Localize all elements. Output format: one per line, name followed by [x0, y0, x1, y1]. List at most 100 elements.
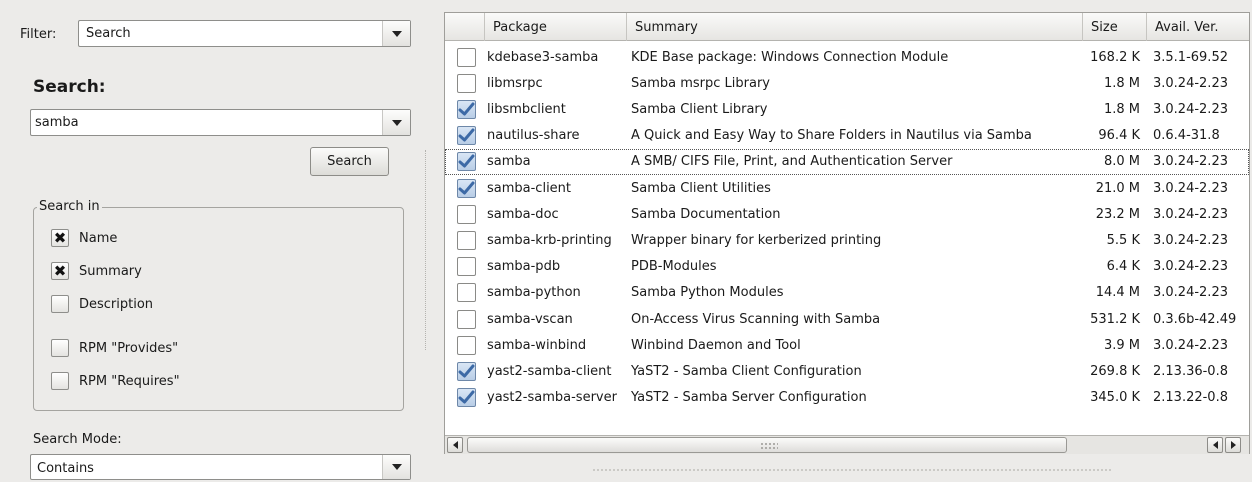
row-checkbox[interactable]	[457, 73, 476, 93]
package-summary: Samba Client Library	[631, 101, 768, 117]
package-version: 0.3.6b-42.49	[1153, 311, 1237, 327]
search-in-title: Search in	[37, 199, 102, 214]
table-row[interactable]: yast2-samba-server YaST2 - Samba Server C…	[445, 385, 1249, 411]
package-version: 3.0.24-2.23	[1153, 180, 1228, 196]
row-checkbox-cell[interactable]	[457, 44, 481, 70]
table-row[interactable]: kdebase3-samba KDE Base package: Windows …	[445, 44, 1249, 70]
package-summary: A SMB/ CIFS File, Print, and Authenticat…	[631, 154, 953, 170]
search-in-name-checkbox[interactable]: ✖ Name	[51, 229, 117, 247]
checkbox-description[interactable]	[51, 295, 69, 313]
row-checkbox-cell[interactable]	[457, 149, 481, 175]
package-summary: YaST2 - Samba Server Configuration	[631, 390, 867, 406]
check-icon[interactable]	[457, 388, 476, 408]
package-panel: Package Summary Size Avail. Ver. kdebase…	[432, 0, 1252, 482]
row-checkbox[interactable]	[457, 335, 476, 355]
package-size: 269.8 K	[1090, 363, 1140, 379]
table-row[interactable]: samba-doc Samba Documentation 23.2 M 3.0.24…	[445, 201, 1249, 227]
check-icon[interactable]	[457, 126, 476, 146]
table-row[interactable]: samba-winbind Winbind Daemon and Tool 3.9 …	[445, 332, 1249, 358]
arrow-right-icon[interactable]	[1225, 437, 1241, 453]
search-mode-label: Search Mode:	[33, 432, 122, 447]
table-row[interactable]: samba-vscan On-Access Virus Scanning with…	[445, 306, 1249, 332]
table-row[interactable]: samba-python Samba Python Modules 14.4 M 3.…	[445, 280, 1249, 306]
chevron-down-icon[interactable]	[382, 110, 410, 135]
package-summary: A Quick and Easy Way to Share Folders in…	[631, 128, 1032, 144]
checkbox-summary-label: Summary	[79, 263, 142, 279]
row-checkbox-cell[interactable]	[457, 70, 481, 96]
chevron-down-icon[interactable]	[382, 21, 410, 46]
header-avail-ver[interactable]: Avail. Ver.	[1147, 13, 1251, 41]
search-in-summary-checkbox[interactable]: ✖ Summary	[51, 262, 142, 280]
package-version: 0.6.4-31.8	[1153, 128, 1220, 144]
table-row[interactable]: libsmbclient Samba Client Library 1.8 M 3.0…	[445, 96, 1249, 122]
package-size: 8.0 M	[1103, 154, 1140, 170]
arrow-left-icon[interactable]	[1207, 437, 1223, 453]
table-row[interactable]: samba-krb-printing Wrapper binary for ker…	[445, 227, 1249, 253]
package-size: 1.8 M	[1103, 101, 1140, 117]
check-icon[interactable]	[457, 152, 476, 172]
row-checkbox[interactable]	[457, 283, 476, 303]
package-summary: Winbind Daemon and Tool	[631, 337, 801, 353]
package-name: samba-doc	[487, 206, 559, 222]
header-summary[interactable]: Summary	[627, 13, 1083, 41]
row-checkbox[interactable]	[457, 257, 476, 277]
checkbox-provides-label: RPM "Provides"	[79, 340, 179, 356]
filter-dropdown[interactable]: Search	[78, 20, 411, 47]
check-icon[interactable]	[457, 361, 476, 381]
package-name: samba-client	[487, 180, 572, 196]
row-checkbox-cell[interactable]	[457, 280, 481, 306]
row-checkbox[interactable]	[457, 204, 476, 224]
search-in-requires-checkbox[interactable]: RPM "Requires"	[51, 372, 180, 390]
scrollbar-thumb[interactable]	[467, 437, 1067, 453]
row-checkbox-cell[interactable]	[457, 254, 481, 280]
arrow-left-icon[interactable]	[447, 437, 463, 453]
row-checkbox-cell[interactable]	[457, 96, 481, 122]
checkbox-name-label: Name	[79, 230, 118, 246]
check-icon[interactable]	[457, 99, 476, 119]
row-checkbox-cell[interactable]	[457, 123, 481, 149]
check-x-icon[interactable]: ✖	[51, 229, 69, 247]
table-row[interactable]: yast2-samba-client YaST2 - Samba Client C…	[445, 358, 1249, 384]
row-checkbox-cell[interactable]	[457, 227, 481, 253]
table-row[interactable]: samba A SMB/ CIFS File, Print, and Authen…	[445, 148, 1249, 175]
table-row[interactable]: libmsrpc Samba msrpc Library 1.8 M 3.0.24-2…	[445, 70, 1249, 96]
table-row[interactable]: nautilus-share A Quick and Easy Way to Sh…	[445, 123, 1249, 149]
row-checkbox-cell[interactable]	[457, 332, 481, 358]
package-summary: YaST2 - Samba Client Configuration	[631, 363, 862, 379]
header-package[interactable]: Package	[485, 13, 627, 41]
package-name: nautilus-share	[487, 128, 580, 144]
search-in-description-checkbox[interactable]: Description	[51, 295, 153, 313]
table-row[interactable]: samba-pdb PDB-Modules 6.4 K 3.0.24-2.23	[445, 254, 1249, 280]
checkbox-requires[interactable]	[51, 372, 69, 390]
row-checkbox-cell[interactable]	[457, 306, 481, 332]
package-size: 6.4 K	[1106, 259, 1140, 275]
row-checkbox-cell[interactable]	[457, 201, 481, 227]
package-version: 3.0.24-2.23	[1153, 259, 1228, 275]
package-summary: On-Access Virus Scanning with Samba	[631, 311, 881, 327]
row-checkbox-cell[interactable]	[457, 175, 481, 201]
header-size[interactable]: Size	[1083, 13, 1147, 41]
row-checkbox[interactable]	[457, 230, 476, 250]
package-name: yast2-samba-client	[487, 363, 612, 379]
filter-value: Search	[86, 26, 131, 41]
chevron-down-icon[interactable]	[382, 455, 410, 479]
package-version: 3.0.24-2.23	[1153, 206, 1228, 222]
package-version: 3.0.24-2.23	[1153, 285, 1228, 301]
row-checkbox-cell[interactable]	[457, 358, 481, 384]
resize-grip[interactable]	[592, 468, 1112, 472]
row-checkbox[interactable]	[457, 309, 476, 329]
row-checkbox[interactable]	[457, 47, 476, 67]
search-button[interactable]: Search	[310, 147, 389, 176]
pane-splitter[interactable]	[420, 0, 432, 482]
search-input[interactable]: samba	[30, 109, 411, 136]
package-name: libmsrpc	[487, 75, 543, 91]
check-icon[interactable]	[457, 178, 476, 198]
check-x-icon[interactable]: ✖	[51, 262, 69, 280]
checkbox-provides[interactable]	[51, 339, 69, 357]
table-row[interactable]: samba-client Samba Client Utilities 21.0 M…	[445, 175, 1249, 201]
search-in-provides-checkbox[interactable]: RPM "Provides"	[51, 339, 178, 357]
header-checkbox-column[interactable]	[445, 13, 485, 41]
horizontal-scrollbar[interactable]	[445, 435, 1249, 454]
search-mode-dropdown[interactable]: Contains	[30, 454, 411, 480]
row-checkbox-cell[interactable]	[457, 385, 481, 411]
